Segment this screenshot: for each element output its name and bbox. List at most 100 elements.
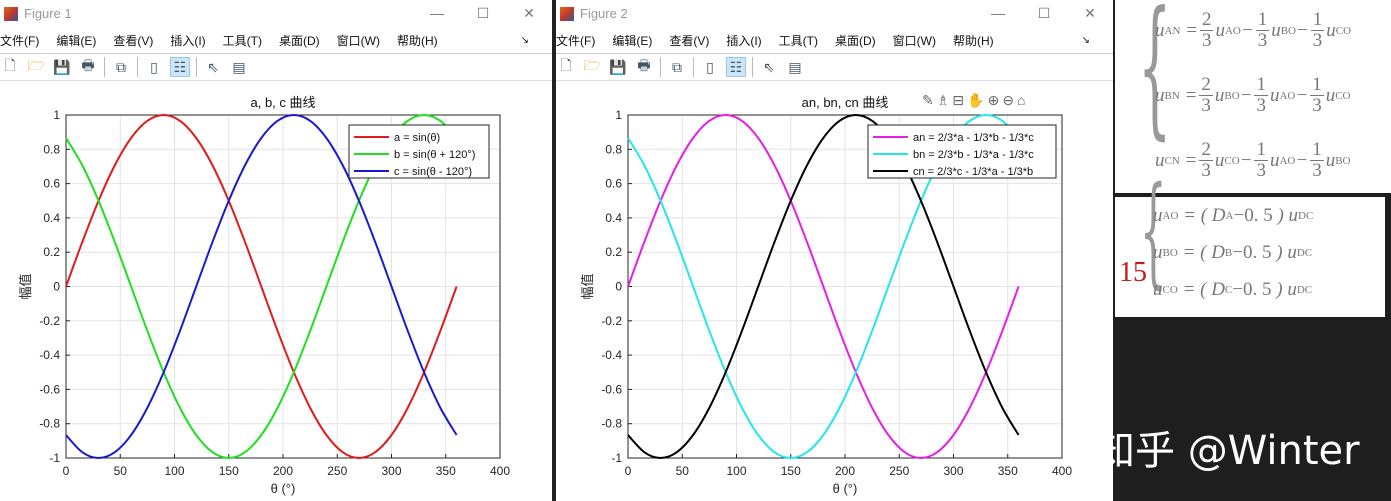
- home-icon[interactable]: ⌂: [1017, 92, 1025, 109]
- pole-voltage-equations: 15 { u AO = ( D A −0. 5 ) u DC u BO = ( D B −0.…: [1115, 172, 1385, 317]
- separator: [137, 57, 138, 77]
- equation-row: u CN = 2 3 u CO −1 3 u AO −1 3 u BO: [1155, 139, 1351, 181]
- new-file-icon[interactable]: 🗋: [0, 57, 20, 77]
- legend-icon[interactable]: ☷: [170, 57, 190, 77]
- menu-desktop[interactable]: 桌面(D): [835, 32, 876, 49]
- data-tips-icon[interactable]: ⊟: [952, 92, 964, 109]
- minimize-button[interactable]: —: [975, 5, 1021, 22]
- open-folder-icon[interactable]: 🗁: [26, 57, 46, 77]
- y-tick-label: -0.2: [601, 314, 622, 328]
- menu-bar: 文件(F) 编辑(E) 查看(V) 插入(I) 工具(T) 桌面(D) 窗口(W) 帮助(H)…: [556, 27, 1113, 54]
- menu-edit[interactable]: 编辑(E): [56, 32, 96, 49]
- x-tick-label: 250: [889, 464, 909, 478]
- minimize-button[interactable]: —: [414, 5, 460, 22]
- x-tick-label: 0: [625, 464, 632, 478]
- axes-2[interactable]: 0 50 100 150 200 250 300 350 400 -1 -0.8 -0.6 -0.4 -0…: [556, 81, 1113, 501]
- save-icon[interactable]: 💾: [52, 57, 72, 77]
- legend-label: a = sin(θ): [394, 132, 440, 144]
- dock-arrow-icon[interactable]: ↘: [521, 35, 529, 46]
- menu-tools[interactable]: 工具(T): [779, 32, 818, 49]
- pointer-icon[interactable]: ⇖: [759, 57, 779, 77]
- axes-1[interactable]: 0 50 100 150 200 250 300 350 400 -1 -0.8 -0.6 -0.4 -0…: [0, 81, 552, 501]
- watermark: 知乎 @Winter: [1095, 428, 1360, 474]
- x-axis-label: θ (°): [833, 481, 858, 496]
- y-tick-label: -0.8: [601, 417, 622, 431]
- link-icon[interactable]: ⧉: [667, 57, 687, 77]
- legend-icon[interactable]: ☷: [726, 57, 746, 77]
- y-tick-label: 1: [615, 108, 622, 122]
- formula-panel: { u AN = 2 3 u AO −1 3 u BO −1 3 u CO u BN = 2 3 u BO −1 3 u A…: [1095, 0, 1391, 501]
- maximize-button[interactable]: ☐: [460, 5, 506, 22]
- x-tick-label: 200: [273, 464, 293, 478]
- toolbar: 🗋 🗁 💾 🖶 ⧉ ▯ ☷ ⇖ ▤: [0, 54, 552, 81]
- menu-window[interactable]: 窗口(W): [337, 32, 380, 49]
- menu-insert[interactable]: 插入(I): [170, 32, 205, 49]
- equation-row: u AO = ( D A −0. 5 ) u DC: [1153, 205, 1314, 226]
- y-tick-label: 0.8: [43, 142, 60, 156]
- menu-file[interactable]: 文件(F): [556, 32, 595, 49]
- title-bar: Figure 1 — ☐ ✕: [0, 0, 552, 27]
- pointer-icon[interactable]: ⇖: [203, 57, 223, 77]
- legend-label: cn = 2/3*c - 1/3*a - 1/3*b: [913, 166, 1033, 178]
- separator: [752, 57, 753, 77]
- menu-help[interactable]: 帮助(H): [953, 32, 994, 49]
- property-editor-icon[interactable]: ▤: [785, 57, 805, 77]
- figure-1-window: Figure 1 — ☐ ✕ 文件(F) 编辑(E) 查看(V) 插入(I) 工具(T) 桌面…: [0, 0, 552, 501]
- menu-tools[interactable]: 工具(T): [223, 32, 262, 49]
- legend-label: c = sin(θ - 120°): [394, 166, 472, 178]
- y-tick-label: 0: [615, 280, 622, 294]
- dock-arrow-icon[interactable]: ↘: [1082, 35, 1090, 46]
- equation-row: u CO = ( D C −0. 5 ) u DC: [1153, 279, 1313, 300]
- link-icon[interactable]: ⧉: [111, 57, 131, 77]
- x-tick-label: 150: [219, 464, 239, 478]
- export-icon[interactable]: ✎: [922, 92, 934, 109]
- menu-edit[interactable]: 编辑(E): [612, 32, 652, 49]
- matlab-icon: [4, 6, 18, 21]
- figure-2-window: Figure 2 — ☐ ✕ 文件(F) 编辑(E) 查看(V) 插入(I) 工具(T) 桌面…: [556, 0, 1113, 501]
- separator: [660, 57, 661, 77]
- y-tick-label: 0.6: [43, 177, 60, 191]
- y-axis-label: 幅值: [580, 273, 595, 299]
- y-tick-label: -1: [611, 451, 622, 465]
- menu-insert[interactable]: 插入(I): [726, 32, 761, 49]
- save-icon[interactable]: 💾: [608, 57, 628, 77]
- legend-label: b = sin(θ + 120°): [394, 149, 475, 161]
- x-tick-label: 400: [1052, 464, 1072, 478]
- menu-window[interactable]: 窗口(W): [893, 32, 936, 49]
- property-editor-icon[interactable]: ▤: [229, 57, 249, 77]
- x-tick-label: 200: [835, 464, 855, 478]
- x-tick-label: 250: [327, 464, 347, 478]
- legend-label: bn = 2/3*b - 1/3*a - 1/3*c: [913, 149, 1034, 161]
- menu-bar: 文件(F) 编辑(E) 查看(V) 插入(I) 工具(T) 桌面(D) 窗口(W) 帮助(H)…: [0, 27, 552, 54]
- y-tick-label: 0.4: [605, 211, 622, 225]
- open-folder-icon[interactable]: 🗁: [582, 57, 602, 77]
- brush-icon[interactable]: ♗: [937, 92, 950, 109]
- maximize-button[interactable]: ☐: [1021, 5, 1067, 22]
- close-button[interactable]: ✕: [506, 5, 552, 22]
- y-tick-label: -0.2: [39, 314, 60, 328]
- menu-help[interactable]: 帮助(H): [397, 32, 438, 49]
- colorbar-icon[interactable]: ▯: [700, 57, 720, 77]
- y-axis-label: 幅值: [18, 273, 33, 299]
- x-tick-label: 400: [490, 464, 510, 478]
- zoom-out-icon[interactable]: ⊖: [1002, 92, 1014, 109]
- menu-file[interactable]: 文件(F): [0, 32, 39, 49]
- menu-view[interactable]: 查看(V): [113, 32, 153, 49]
- y-tick-label: -0.6: [39, 382, 60, 396]
- y-tick-label: -0.4: [39, 348, 60, 362]
- y-tick-label: 1: [53, 108, 60, 122]
- x-tick-label: 350: [998, 464, 1018, 478]
- print-icon[interactable]: 🖶: [634, 57, 654, 77]
- y-tick-label: 0.4: [43, 211, 60, 225]
- colorbar-icon[interactable]: ▯: [144, 57, 164, 77]
- menu-view[interactable]: 查看(V): [669, 32, 709, 49]
- axes-toolbar: ✎ ♗ ⊟ ✋ ⊕ ⊖ ⌂: [922, 92, 1025, 109]
- new-file-icon[interactable]: 🗋: [556, 57, 576, 77]
- separator: [104, 57, 105, 77]
- pan-hand-icon[interactable]: ✋: [967, 92, 984, 109]
- close-button[interactable]: ✕: [1067, 5, 1113, 22]
- y-tick-label: 0.2: [43, 245, 60, 259]
- menu-desktop[interactable]: 桌面(D): [279, 32, 320, 49]
- print-icon[interactable]: 🖶: [78, 57, 98, 77]
- zoom-in-icon[interactable]: ⊕: [987, 92, 999, 109]
